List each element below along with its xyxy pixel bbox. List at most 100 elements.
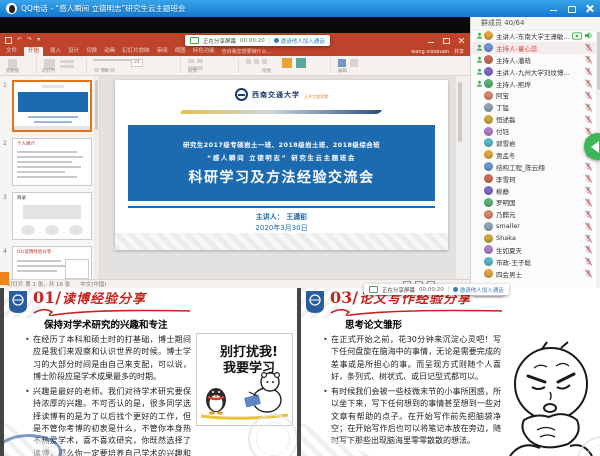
thumbnail-slide-2[interactable]: 个人简介	[12, 138, 92, 186]
tab-幻灯片放映[interactable]: 幻灯片放映	[122, 47, 150, 56]
member-row[interactable]: 主讲人-东南大学王潇敏…	[471, 30, 596, 42]
member-row[interactable]: 恒述磊	[471, 113, 596, 125]
invite-button[interactable]: 邀请他人加入通话	[453, 286, 504, 294]
slide-editing-canvas[interactable]: 西南交通大学 土木工程学院 研究生2017级专硕岩土一班、2018级岩土班、20…	[100, 76, 463, 279]
save-icon[interactable]	[5, 37, 12, 44]
avatar	[484, 186, 493, 195]
role-badge-icon	[476, 44, 484, 51]
share-button[interactable]: 共享	[454, 48, 464, 55]
arrange-button[interactable]	[282, 58, 292, 68]
section-title: 读博经验分享	[62, 288, 146, 307]
slide-thumbnail-panel: 1 2 个人简介	[0, 76, 100, 279]
slide-heading: 思考论文雏形	[345, 317, 402, 331]
slide-page-left: 01/ 读博经验分享 保持对学术研究的兴趣和专注 在经历了本科和硕士时的打基础，…	[4, 288, 297, 456]
member-row[interactable]: Shaka	[471, 232, 596, 244]
tab-文件[interactable]: 文件	[6, 47, 17, 56]
shape-arrow-button[interactable]	[262, 59, 267, 64]
member-name: 罗明国	[496, 197, 584, 207]
member-row[interactable]: 乃麒元	[471, 208, 596, 220]
layout-button[interactable]	[60, 60, 74, 63]
bullet-point: 有时候我们会被一些枝微末节的小事所困惑，所以坐下来，写下任何想到的事情甚至想到一…	[323, 386, 501, 447]
close-button[interactable]	[585, 4, 594, 13]
ppt-close-button[interactable]	[458, 37, 465, 44]
align-left-button[interactable]	[188, 59, 194, 63]
member-name: 主持人-童心蕊	[496, 43, 584, 53]
share-status: 正在分享屏幕	[382, 286, 415, 294]
member-row[interactable]: 四会男士	[471, 268, 596, 280]
muted-mic-icon	[584, 67, 593, 76]
avatar	[484, 31, 493, 40]
member-row[interactable]: 主持人-童心蕊	[471, 42, 596, 54]
thumbnail-scrollbar[interactable]	[94, 76, 99, 279]
tab-开始[interactable]: 开始	[24, 47, 43, 56]
align-center-button[interactable]	[197, 59, 203, 63]
underline-button[interactable]	[110, 68, 115, 72]
find-button[interactable]	[338, 59, 346, 67]
member-row[interactable]: 生如夏天	[471, 244, 596, 256]
tab-特色功能[interactable]: 特色功能	[193, 47, 215, 56]
member-row[interactable]: 主持人-潘萌	[471, 54, 596, 66]
invite-button[interactable]: 邀请他人加入通话	[274, 37, 325, 45]
muted-mic-icon	[584, 174, 593, 183]
thumbnail-slide-3[interactable]: 目录	[12, 192, 92, 240]
language-indicator: 中文(中国)	[80, 280, 106, 288]
shape-rect-button[interactable]	[246, 59, 251, 64]
muted-mic-icon	[584, 198, 593, 207]
member-name: 付钰	[496, 126, 584, 136]
member-row[interactable]: 结构工程_陈云翔	[471, 161, 596, 173]
member-row[interactable]: 主讲人-九州大学刘炆博…	[471, 66, 596, 78]
bullet-point: 在正式开始之前，花30分钟来沉淀心灵吧！写下任何盘旋在脑海中的事情，无论是需要完…	[323, 334, 501, 383]
reset-button[interactable]	[60, 65, 74, 68]
screen-share-toolbar: 正在分享屏幕 00:00:20 邀请他人加入通话	[185, 35, 330, 46]
ppt-restore-button[interactable]	[443, 37, 450, 44]
shape-circle-button[interactable]	[254, 59, 259, 64]
tab-插入[interactable]: 插入	[50, 47, 61, 56]
thumbnail-slide-1[interactable]	[12, 80, 92, 132]
tell-me-search[interactable]: 告诉我您想要做什么...	[222, 48, 272, 55]
avatar	[484, 43, 493, 52]
member-row[interactable]: 丁猛	[471, 101, 596, 113]
section-number: 01/	[33, 288, 61, 307]
restore-button[interactable]	[567, 4, 576, 13]
member-row[interactable]: 付钰	[471, 125, 596, 137]
font-size-box[interactable]: 24	[131, 59, 143, 67]
font-name-box[interactable]	[93, 59, 133, 61]
undo-icon[interactable]: ↶	[17, 37, 22, 43]
avatar	[484, 269, 493, 278]
slides-reading-view: 01/ 读博经验分享 保持对学术研究的兴趣和专注 在经历了本科和硕士时的打基础，…	[0, 288, 600, 456]
member-row[interactable]: 市政-王子聪	[471, 256, 596, 268]
slide-counter: 幻灯片 第 1 张，共 16 张	[7, 280, 70, 288]
muted-mic-icon	[584, 234, 593, 243]
tab-审阅[interactable]: 审阅	[157, 47, 168, 56]
tab-切换[interactable]: 切换	[86, 47, 97, 56]
tab-视图[interactable]: 视图	[175, 47, 186, 56]
ppt-minimize-button[interactable]	[428, 37, 435, 44]
member-row[interactable]: smaller	[471, 220, 596, 232]
member-row[interactable]: 柳静	[471, 185, 596, 197]
member-row[interactable]: 罗明国	[471, 196, 596, 208]
tab-设计[interactable]: 设计	[68, 47, 79, 56]
member-name: 丁猛	[496, 102, 584, 112]
member-name: 四会男士	[496, 269, 584, 279]
member-name: 主讲人-九州大学刘炆博…	[496, 67, 584, 77]
minimize-button[interactable]	[549, 4, 558, 13]
tab-动画[interactable]: 动画	[104, 47, 115, 56]
redo-icon[interactable]: ↷	[27, 37, 32, 43]
quickaccess-dropdown-icon[interactable]: ▾	[37, 37, 40, 43]
select-button[interactable]	[350, 59, 358, 67]
slide-scrollbar[interactable]	[456, 76, 463, 279]
member-row[interactable]: 郭雪岩	[471, 137, 596, 149]
member-name: 主持人-熙烨	[496, 79, 584, 89]
member-row[interactable]: 贾孟冬	[471, 149, 596, 161]
account-name[interactable]: wang xiaoxuan	[411, 49, 449, 55]
university-shield-icon	[8, 290, 28, 314]
member-row[interactable]: 主持人-熙烨	[471, 78, 596, 90]
muted-mic-icon	[584, 43, 593, 52]
role-badge-icon	[476, 80, 484, 87]
member-row[interactable]: 阿宝	[471, 89, 596, 101]
member-row[interactable]: 李雪珂	[471, 173, 596, 185]
class-line: 研究生2017级专硕岩土一班、2018级岩土班、2018级综合班	[183, 139, 380, 149]
qq-titlebar: QQ电话 - “感人瞬间 立德明志”研究生云主题班会	[0, 0, 600, 17]
bold-button[interactable]	[94, 68, 99, 72]
quick-styles-button[interactable]	[296, 58, 306, 68]
